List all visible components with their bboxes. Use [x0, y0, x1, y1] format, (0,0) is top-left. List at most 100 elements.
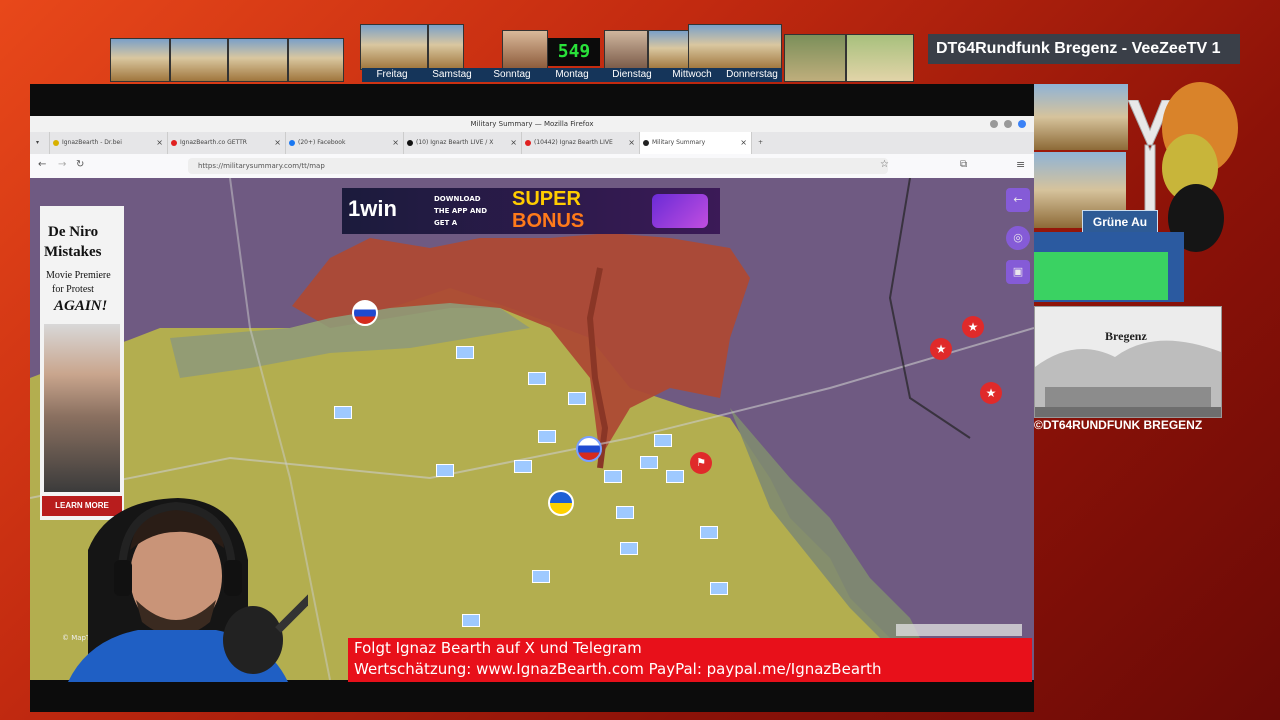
bregenz-engraving: Bregenz	[1034, 306, 1222, 418]
flag-marker[interactable]: ⚑	[690, 452, 712, 474]
phone-icon	[652, 194, 708, 228]
minimize-icon[interactable]	[990, 120, 998, 128]
ad-title: Mistakes	[44, 244, 102, 260]
youtube-icon	[525, 140, 531, 146]
russia-flag-marker[interactable]	[352, 300, 378, 326]
headphone-cup	[224, 560, 242, 596]
close-tab-icon[interactable]: ×	[392, 132, 399, 154]
tab-list-icon[interactable]: ▾	[30, 132, 50, 154]
unit-icon[interactable]	[640, 456, 658, 469]
unit-icon[interactable]	[666, 470, 684, 483]
unit-icon[interactable]	[700, 526, 718, 539]
side-ad[interactable]: De Niro Mistakes Movie Premiere for Prot…	[40, 206, 124, 520]
banner-ad[interactable]: 1win DOWNLOAD THE APP AND GET A SUPER BO…	[342, 188, 720, 234]
star-marker[interactable]: ★	[930, 338, 952, 360]
close-tab-icon[interactable]: ×	[740, 132, 747, 154]
schedule-thumbnail-12	[846, 34, 914, 82]
schedule-thumbnail-9	[648, 30, 690, 70]
browser-tab[interactable]: (10442) Ignaz Bearth LIVE ×	[522, 132, 640, 154]
microphone	[223, 606, 283, 674]
unit-icon[interactable]	[462, 614, 480, 627]
green-panel	[1034, 252, 1168, 300]
webcam-svg	[68, 498, 321, 682]
close-tab-icon[interactable]: ×	[628, 132, 635, 154]
globe-icon	[643, 140, 649, 146]
ad-brand: 1win	[348, 196, 397, 221]
map-layers-button[interactable]: ◎	[1006, 226, 1030, 250]
day-label: Sonntag	[493, 69, 531, 80]
headphone-cup	[114, 560, 132, 596]
location-badge: Grüne Au	[1082, 210, 1158, 234]
unit-icon[interactable]	[514, 460, 532, 473]
map-settings-button[interactable]: ▣	[1006, 260, 1030, 284]
unit-icon[interactable]	[616, 506, 634, 519]
unit-icon[interactable]	[568, 392, 586, 405]
schedule-thumbnail-3	[228, 38, 288, 82]
unit-icon[interactable]	[654, 434, 672, 447]
schedule-thumbnail-2	[170, 38, 228, 82]
day-label: Montag	[555, 69, 589, 80]
close-tab-icon[interactable]: ×	[274, 132, 281, 154]
extensions-icon[interactable]: ⧉	[960, 159, 967, 170]
station-title: DT64Rundfunk Bregenz - VeeZeeTV 1	[928, 34, 1240, 64]
facebook-icon	[289, 140, 295, 146]
mic-arm	[275, 587, 321, 633]
new-tab-icon[interactable]: +	[752, 132, 772, 154]
webcam-feed	[48, 490, 321, 682]
ad-line: GET A	[434, 219, 458, 227]
back-icon[interactable]: ←	[38, 159, 46, 170]
tab-label: (20+) Facebook	[298, 139, 346, 146]
maximize-icon[interactable]	[1004, 120, 1012, 128]
schedule-thumbnail-10	[688, 24, 782, 70]
town	[1045, 387, 1211, 407]
close-window-icon[interactable]	[1018, 120, 1026, 128]
video-icon	[171, 140, 177, 146]
unit-icon[interactable]	[532, 570, 550, 583]
ad-photo	[44, 324, 120, 492]
day-label: Dienstag	[612, 69, 652, 80]
engraving-svg	[1035, 307, 1221, 417]
url-input[interactable]: https://militarysummary.com/tt/map	[188, 158, 888, 174]
star-marker[interactable]: ★	[962, 316, 984, 338]
day-label: Freitag	[376, 69, 408, 80]
ukraine-flag-marker[interactable]	[548, 490, 574, 516]
ad-line: THE APP AND	[434, 207, 488, 215]
unit-icon[interactable]	[620, 542, 638, 555]
map-back-button[interactable]: ←	[1006, 188, 1030, 212]
browser-tab[interactable]: IgnazBearth - Dr.bei ×	[50, 132, 168, 154]
unit-icon[interactable]	[604, 470, 622, 483]
star-marker[interactable]: ★	[980, 382, 1002, 404]
ad-title: De Niro	[48, 224, 99, 240]
forward-icon[interactable]: →	[58, 159, 66, 170]
unit-icon[interactable]	[710, 582, 728, 595]
schedule-thumbnail-4	[288, 38, 344, 82]
unit-icon[interactable]	[528, 372, 546, 385]
navigation-toolbar: ← → ↻ https://militarysummary.com/tt/map…	[30, 154, 1034, 179]
menu-icon[interactable]: ≡	[1016, 158, 1025, 171]
browser-tab-strip: ▾ IgnazBearth - Dr.bei × IgnazBearth.co …	[30, 132, 1034, 154]
schedule-thumbnail-6	[428, 24, 464, 70]
promo-ticker: Folgt Ignaz Bearth auf X und Telegram We…	[348, 638, 1032, 682]
reload-icon[interactable]: ↻	[76, 159, 84, 170]
close-tab-icon[interactable]: ×	[510, 132, 517, 154]
ad-emphasis: AGAIN!	[54, 298, 108, 314]
ad-line: DOWNLOAD	[434, 195, 481, 203]
bookmark-star-icon[interactable]: ☆	[880, 159, 889, 170]
x-icon	[407, 140, 413, 146]
unit-icon[interactable]	[456, 346, 474, 359]
browser-tab[interactable]: (10) Ignaz Bearth LIVE / X ×	[404, 132, 522, 154]
russia-flag-marker[interactable]	[576, 436, 602, 462]
browser-tab[interactable]: IgnazBearth.co GETTR ×	[168, 132, 286, 154]
browser-tab[interactable]: (20+) Facebook ×	[286, 132, 404, 154]
day-label: Donnerstag	[726, 69, 778, 80]
unit-icon[interactable]	[436, 464, 454, 477]
tab-label: IgnazBearth - Dr.bei	[62, 139, 122, 146]
tab-label: Military Summary	[652, 139, 706, 146]
ad-subtitle: Movie Premiere	[46, 270, 111, 281]
unit-icon[interactable]	[538, 430, 556, 443]
schedule-thumbnail-1	[110, 38, 170, 82]
browser-tab-active[interactable]: Military Summary ×	[640, 132, 752, 154]
close-tab-icon[interactable]: ×	[156, 132, 163, 154]
unit-icon[interactable]	[334, 406, 352, 419]
coin-icon	[53, 140, 59, 146]
